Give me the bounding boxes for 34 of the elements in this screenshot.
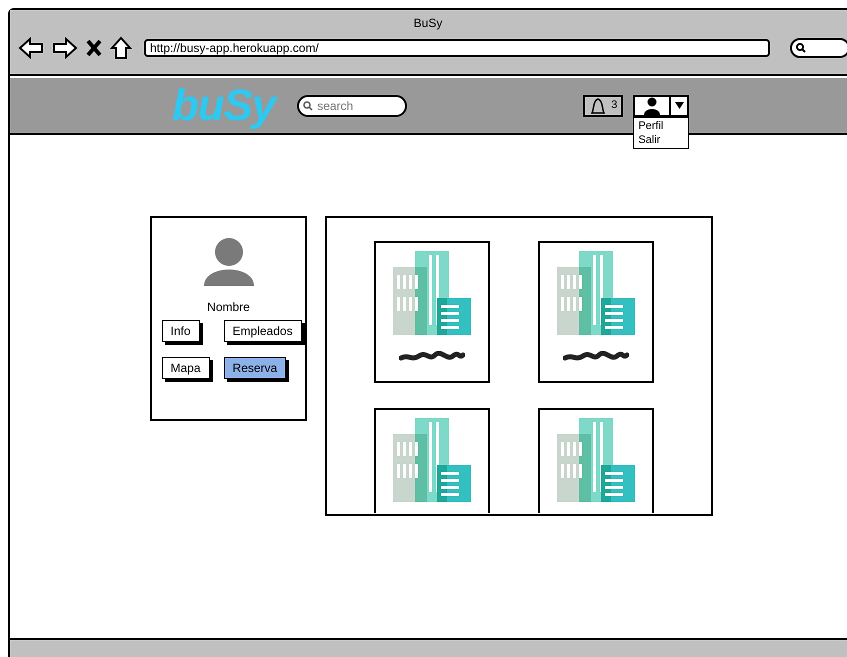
forward-arrow-icon[interactable] — [52, 37, 78, 59]
scribble-drawing — [399, 351, 465, 363]
building-icon — [393, 418, 471, 502]
search-placeholder: search — [317, 98, 354, 114]
search-field[interactable]: search — [297, 94, 408, 116]
close-icon[interactable] — [86, 39, 102, 57]
user-avatar-button[interactable] — [633, 94, 672, 116]
company-card[interactable] — [374, 241, 490, 383]
browser-search-field[interactable] — [790, 38, 847, 58]
scribble-drawing — [563, 351, 629, 363]
profile-name: Nombre — [207, 299, 250, 316]
company-card[interactable] — [538, 408, 654, 513]
user-icon — [643, 96, 662, 114]
notifications-button[interactable]: 3 — [583, 94, 624, 116]
person-icon — [202, 238, 254, 286]
dropdown-button[interactable] — [671, 94, 690, 116]
search-icon — [796, 43, 806, 53]
bell-icon — [589, 96, 608, 114]
building-icon — [557, 418, 635, 502]
back-arrow-icon[interactable] — [18, 37, 44, 59]
menu-item[interactable]: Perfil — [638, 118, 684, 132]
menu-item[interactable]: Salir — [638, 132, 684, 146]
company-card[interactable] — [538, 241, 654, 383]
tab-button[interactable]: Info — [162, 320, 200, 342]
window-title: BuSy — [412, 15, 444, 32]
building-icon — [393, 251, 471, 335]
caret-down-icon — [674, 102, 684, 109]
url-field[interactable]: http://busy-app.herokuapp.com/ — [144, 39, 770, 57]
company-card[interactable] — [374, 408, 490, 513]
building-icon — [557, 251, 635, 335]
search-icon — [303, 100, 314, 110]
tab-button[interactable]: Mapa — [162, 357, 210, 379]
tab-button[interactable]: Empleados — [224, 320, 302, 342]
tab-button[interactable]: Reserva — [224, 357, 286, 379]
